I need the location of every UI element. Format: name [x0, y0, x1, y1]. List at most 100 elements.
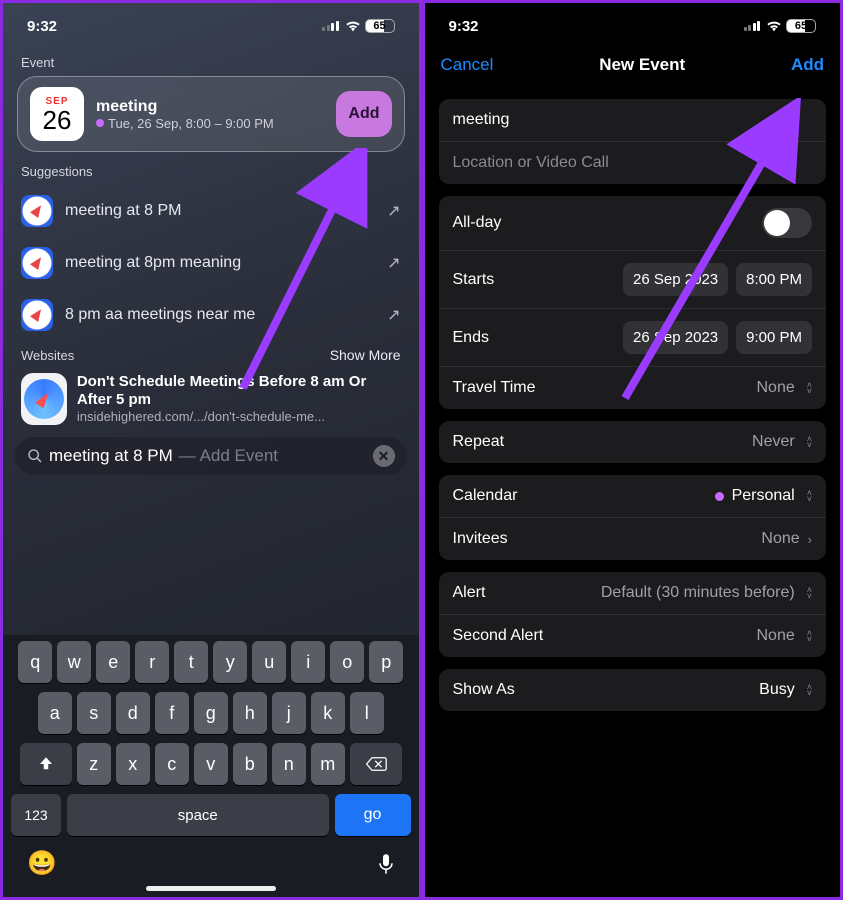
starts-date-button[interactable]: 26 Sep 2023 — [623, 263, 728, 296]
suggestion-row[interactable]: meeting at 8pm meaning ↗ — [3, 237, 419, 289]
fill-arrow-icon[interactable]: ↗ — [387, 201, 400, 221]
keyboard-row-4: 123 space go — [7, 794, 415, 836]
title-input[interactable]: meeting — [439, 99, 827, 141]
second-alert-row[interactable]: Second Alert None˄˅ — [439, 614, 827, 657]
key-o[interactable]: o — [330, 641, 364, 683]
key-go[interactable]: go — [335, 794, 411, 836]
key-d[interactable]: d — [116, 692, 150, 734]
key-g[interactable]: g — [194, 692, 228, 734]
starts-row: Starts 26 Sep 2023 8:00 PM — [439, 250, 827, 308]
allday-toggle[interactable] — [762, 208, 812, 238]
chevron-updown-icon: ˄˅ — [807, 490, 812, 502]
key-x[interactable]: x — [116, 743, 150, 785]
signal-icon — [322, 21, 339, 31]
add-button[interactable]: Add — [791, 55, 824, 75]
add-event-button[interactable]: Add — [336, 91, 391, 137]
repeat-group: Repeat Never˄˅ — [439, 421, 827, 463]
suggestion-text: 8 pm aa meetings near me — [65, 306, 375, 324]
shift-icon — [37, 755, 55, 773]
website-url: insidehighered.com/.../don't-schedule-me… — [77, 409, 377, 424]
starts-time-button[interactable]: 8:00 PM — [736, 263, 812, 296]
location-input[interactable]: Location or Video Call — [439, 141, 827, 184]
invitees-label: Invitees — [453, 530, 508, 548]
key-z[interactable]: z — [77, 743, 111, 785]
wifi-icon — [345, 20, 361, 32]
key-r[interactable]: r — [135, 641, 169, 683]
home-indicator[interactable] — [146, 886, 276, 891]
calendar-color-dot-icon — [715, 492, 724, 501]
search-input[interactable]: meeting at 8 PM — Add Event ✕ — [15, 437, 407, 475]
section-event-label: Event — [3, 43, 419, 76]
alert-group: Alert Default (30 minutes before)˄˅ Seco… — [439, 572, 827, 657]
key-shift[interactable] — [20, 743, 72, 785]
safari-app-icon — [21, 373, 67, 425]
key-l[interactable]: l — [350, 692, 384, 734]
key-n[interactable]: n — [272, 743, 306, 785]
ends-time-button[interactable]: 9:00 PM — [736, 321, 812, 354]
key-backspace[interactable] — [350, 743, 402, 785]
emoji-button[interactable]: 😀 — [27, 849, 57, 878]
calendar-dot-icon — [96, 119, 104, 127]
search-query: meeting at 8 PM — [49, 446, 173, 466]
key-k[interactable]: k — [311, 692, 345, 734]
chevron-updown-icon: ˄˅ — [807, 382, 812, 394]
search-hint: — Add Event — [179, 446, 278, 466]
event-title: meeting — [96, 98, 324, 116]
suggestion-row[interactable]: meeting at 8 PM ↗ — [3, 185, 419, 237]
key-h[interactable]: h — [233, 692, 267, 734]
cal-day: 26 — [43, 107, 72, 133]
event-subtitle: Tue, 26 Sep, 8:00 – 9:00 PM — [96, 116, 324, 131]
clear-icon[interactable]: ✕ — [373, 445, 395, 467]
alert-row[interactable]: Alert Default (30 minutes before)˄˅ — [439, 572, 827, 614]
showas-group: Show As Busy˄˅ — [439, 669, 827, 711]
key-w[interactable]: w — [57, 641, 91, 683]
key-f[interactable]: f — [155, 692, 189, 734]
key-j[interactable]: j — [272, 692, 306, 734]
calendar-row[interactable]: Calendar Personal˄˅ — [439, 475, 827, 517]
key-s[interactable]: s — [77, 692, 111, 734]
chevron-right-icon: › — [808, 532, 812, 547]
showas-label: Show As — [453, 681, 515, 699]
nav-bar: Cancel New Event Add — [425, 43, 841, 87]
travel-time-row[interactable]: Travel Time None˄˅ — [439, 366, 827, 409]
safari-icon — [21, 247, 53, 279]
safari-icon — [21, 195, 53, 227]
battery-icon: 65 — [786, 19, 816, 33]
key-u[interactable]: u — [252, 641, 286, 683]
mic-icon[interactable] — [377, 852, 395, 876]
calendar-label: Calendar — [453, 487, 518, 505]
title-location-group: meeting Location or Video Call — [439, 99, 827, 184]
event-card[interactable]: SEP 26 meeting Tue, 26 Sep, 8:00 – 9:00 … — [17, 76, 405, 152]
key-space[interactable]: space — [67, 794, 329, 836]
showas-row[interactable]: Show As Busy˄˅ — [439, 669, 827, 711]
key-y[interactable]: y — [213, 641, 247, 683]
starts-label: Starts — [453, 271, 495, 289]
suggestion-row[interactable]: 8 pm aa meetings near me ↗ — [3, 289, 419, 341]
key-c[interactable]: c — [155, 743, 189, 785]
key-e[interactable]: e — [96, 641, 130, 683]
repeat-row[interactable]: Repeat Never˄˅ — [439, 421, 827, 463]
ends-date-button[interactable]: 26 Sep 2023 — [623, 321, 728, 354]
safari-icon — [21, 299, 53, 331]
key-i[interactable]: i — [291, 641, 325, 683]
key-p[interactable]: p — [369, 641, 403, 683]
key-m[interactable]: m — [311, 743, 345, 785]
chevron-updown-icon: ˄˅ — [807, 684, 812, 696]
website-result[interactable]: Don't Schedule Meetings Before 8 am Or A… — [3, 369, 419, 429]
key-b[interactable]: b — [233, 743, 267, 785]
key-t[interactable]: t — [174, 641, 208, 683]
ends-label: Ends — [453, 329, 489, 347]
fill-arrow-icon[interactable]: ↗ — [387, 305, 400, 325]
chevron-updown-icon: ˄˅ — [807, 630, 812, 642]
allday-row: All-day — [439, 196, 827, 250]
status-bar: 9:32 65 — [425, 3, 841, 43]
show-more-button[interactable]: Show More — [330, 347, 401, 363]
calendar-chip-icon: SEP 26 — [30, 87, 84, 141]
key-q[interactable]: q — [18, 641, 52, 683]
fill-arrow-icon[interactable]: ↗ — [387, 253, 400, 273]
key-a[interactable]: a — [38, 692, 72, 734]
cancel-button[interactable]: Cancel — [441, 55, 494, 75]
key-numeric[interactable]: 123 — [11, 794, 61, 836]
key-v[interactable]: v — [194, 743, 228, 785]
invitees-row[interactable]: Invitees None› — [439, 517, 827, 560]
